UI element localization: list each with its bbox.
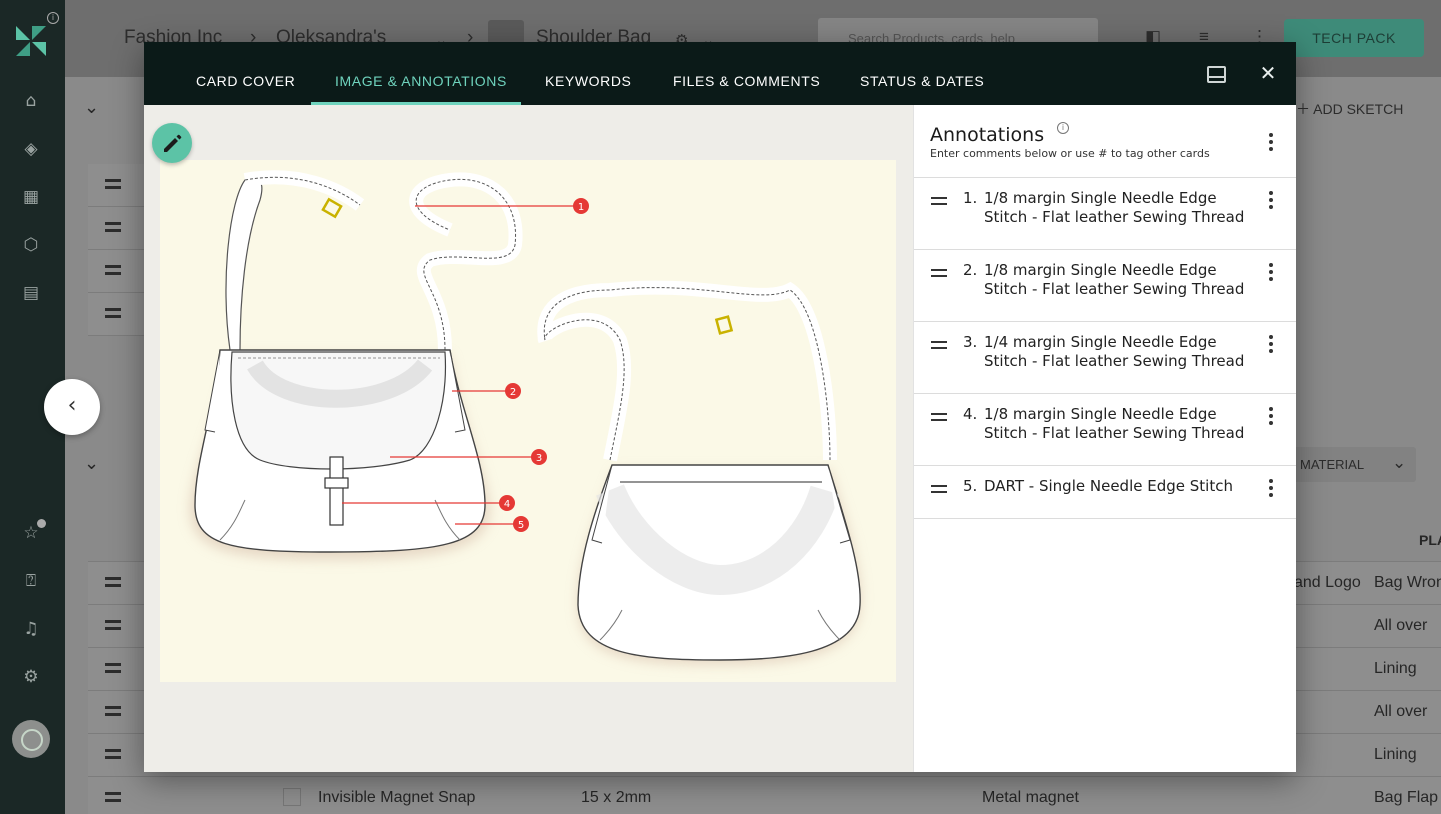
cell-material: and Logo [1294, 574, 1361, 591]
sketch-marker-1: 1 [578, 202, 584, 213]
table-row[interactable]: Invisible Magnet Snap 15 x 2mm Metal mag… [88, 777, 1441, 814]
drag-handle-icon[interactable] [931, 269, 947, 277]
sketch-row[interactable] [88, 207, 148, 250]
collapse-sidebar-button[interactable]: ‹ [44, 379, 100, 435]
material-label: MATERIAL [1300, 457, 1365, 472]
notification-dot [37, 519, 46, 528]
dashboard-icon[interactable]: ▦ [20, 186, 42, 208]
cell-material: Metal magnet [982, 789, 1079, 806]
chevron-down-icon: ⌄ [1392, 453, 1407, 472]
annotation-number: 3. [963, 333, 978, 351]
annotations-panel: Annotations i Enter comments below or us… [913, 105, 1296, 772]
add-sketch-button[interactable]: ＋ ADD SKETCH [1296, 99, 1403, 119]
cell-placement: Bag Wron [1374, 574, 1441, 591]
sketch-marker-3: 3 [536, 453, 542, 464]
annotation-text[interactable]: 1/4 margin Single Needle Edge Stitch - F… [984, 333, 1254, 371]
package-icon[interactable]: ⬡ [20, 234, 42, 256]
gear-icon[interactable]: ⚙ [20, 666, 42, 688]
sketch-marker-5: 5 [518, 520, 524, 531]
annotation-text[interactable]: 1/8 margin Single Needle Edge Stitch - F… [984, 189, 1254, 227]
cell-name: Invisible Magnet Snap [318, 789, 476, 806]
drag-handle-icon[interactable] [931, 341, 947, 349]
annotation-number: 2. [963, 261, 978, 279]
sketch-row[interactable] [88, 293, 148, 336]
cell-placement: All over [1374, 703, 1428, 720]
info-icon[interactable]: i [47, 12, 59, 24]
sketch-row[interactable] [88, 250, 148, 293]
annotation-item[interactable]: 5. DART - Single Needle Edge Stitch [914, 466, 1296, 519]
cell-placement: Lining [1374, 746, 1417, 763]
annotation-number: 1. [963, 189, 978, 207]
app-logo[interactable] [14, 24, 48, 58]
sketch-row[interactable] [88, 164, 148, 207]
annotation-number: 5. [963, 477, 978, 495]
tab-image-annotations[interactable]: IMAGE & ANNOTATIONS [335, 73, 507, 89]
tech-pack-label: TECH PACK [1312, 30, 1396, 46]
drag-handle-icon[interactable] [931, 485, 947, 493]
annotation-item[interactable]: 1. 1/8 margin Single Needle Edge Stitch … [914, 178, 1296, 250]
annotation-item[interactable]: 3. 1/4 margin Single Needle Edge Stitch … [914, 322, 1296, 394]
pencil-icon [164, 134, 182, 152]
help-icon[interactable]: ⍰ [20, 570, 42, 592]
sketch-marker-2: 2 [510, 387, 516, 398]
cell-placement: All over [1374, 617, 1428, 634]
chevron-down-icon[interactable]: ⌄ [84, 453, 99, 474]
annotations-more-icon[interactable] [1268, 133, 1274, 151]
image-pane: 1 2 3 4 5 [144, 105, 913, 772]
tab-files-comments[interactable]: FILES & COMMENTS [673, 73, 820, 89]
sketch-marker-4: 4 [504, 499, 510, 510]
cell-size: 15 x 2mm [581, 789, 652, 806]
add-sketch-label: ADD SKETCH [1313, 101, 1404, 117]
tab-keywords[interactable]: KEYWORDS [545, 73, 631, 89]
annotation-list: 1. 1/8 margin Single Needle Edge Stitch … [914, 177, 1296, 519]
card-modal: CARD COVER IMAGE & ANNOTATIONS KEYWORDS … [144, 42, 1296, 772]
drag-handle-icon[interactable] [931, 413, 947, 421]
annotation-text[interactable]: 1/8 margin Single Needle Edge Stitch - F… [984, 405, 1254, 443]
annotation-more-icon[interactable] [1268, 335, 1274, 353]
cell-placement: Lining [1374, 660, 1417, 677]
annotation-number: 4. [963, 405, 978, 423]
modal-tab-bar: CARD COVER IMAGE & ANNOTATIONS KEYWORDS … [144, 42, 1296, 105]
annotation-text[interactable]: DART - Single Needle Edge Stitch [984, 477, 1254, 496]
annotation-more-icon[interactable] [1268, 191, 1274, 209]
annotation-more-icon[interactable] [1268, 263, 1274, 281]
close-icon[interactable]: ✕ [1258, 62, 1278, 84]
tech-pack-button[interactable]: TECH PACK [1284, 19, 1424, 57]
bag-sketch-image[interactable]: 1 2 3 4 5 [160, 160, 896, 682]
annotations-subtitle: Enter comments below or use # to tag oth… [930, 147, 1210, 160]
drag-handle-icon[interactable] [931, 197, 947, 205]
bell-icon[interactable]: ♫ [20, 618, 42, 640]
chevron-down-icon[interactable]: ⌄ [84, 97, 99, 118]
material-dropdown[interactable]: MATERIAL ⌄ [1290, 447, 1416, 482]
reports-icon[interactable]: ▤ [20, 282, 42, 304]
annotation-item[interactable]: 2. 1/8 margin Single Needle Edge Stitch … [914, 250, 1296, 322]
column-header-placement: PLA [1419, 532, 1441, 548]
annotation-more-icon[interactable] [1268, 407, 1274, 425]
tab-card-cover[interactable]: CARD COVER [196, 73, 295, 89]
annotation-item[interactable]: 4. 1/8 margin Single Needle Edge Stitch … [914, 394, 1296, 466]
annotation-more-icon[interactable] [1268, 479, 1274, 497]
annotation-text[interactable]: 1/8 margin Single Needle Edge Stitch - F… [984, 261, 1254, 299]
layout-toggle-icon[interactable] [1207, 66, 1226, 83]
avatar[interactable] [12, 720, 50, 758]
cards-icon[interactable]: ◈ [20, 138, 42, 160]
tab-status-dates[interactable]: STATUS & DATES [860, 73, 984, 89]
row-checkbox[interactable] [283, 788, 301, 806]
cell-placement: Bag Flap [1374, 789, 1439, 806]
annotations-title: Annotations [930, 124, 1045, 146]
info-icon[interactable]: i [1057, 122, 1069, 134]
bag-sketch-drawing: 1 2 3 4 5 [190, 170, 861, 665]
edit-annotations-button[interactable] [152, 123, 192, 163]
home-icon[interactable]: ⌂ [20, 90, 42, 112]
